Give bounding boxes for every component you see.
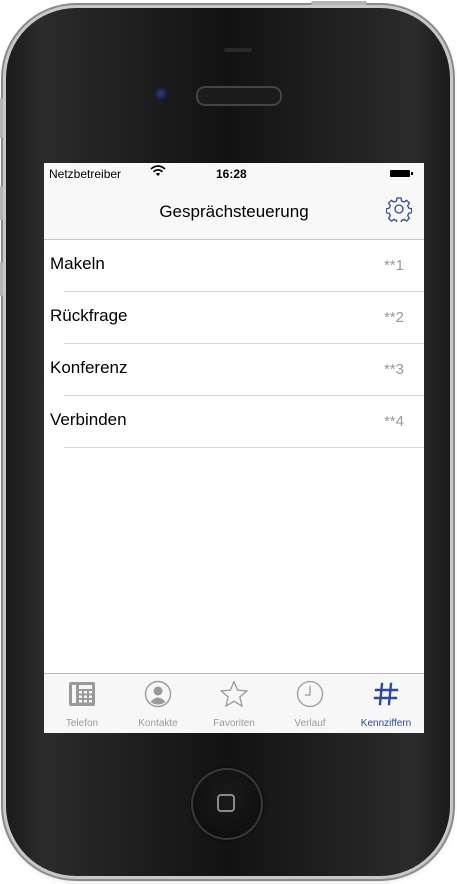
navigation-bar: Gesprächsteuerung	[44, 185, 424, 240]
list-item-label: Verbinden	[50, 410, 127, 429]
volume-up-button	[0, 186, 3, 220]
home-square-icon	[217, 794, 235, 812]
tab-favoriten[interactable]: Favoriten	[196, 674, 272, 733]
mute-switch	[0, 98, 3, 138]
clock-icon	[296, 680, 324, 708]
list-item-label: Rückfrage	[50, 306, 128, 325]
status-time: 16:28	[216, 167, 247, 181]
star-icon	[220, 680, 248, 708]
tab-label: Telefon	[65, 718, 99, 729]
power-button	[311, 1, 367, 5]
list-item-code: **2	[383, 309, 404, 326]
front-camera	[155, 88, 169, 102]
keypad-icon	[68, 680, 96, 708]
tab-label: Kennziffern	[360, 718, 412, 729]
list-item-code: **1	[383, 257, 404, 274]
tab-verlauf[interactable]: Verlauf	[272, 674, 348, 733]
earpiece-grille	[224, 48, 252, 52]
tab-bar: Telefon Kontakte Favoriten Verlauf Kennz…	[44, 673, 424, 733]
page-title: Gesprächsteuerung	[159, 202, 309, 221]
hash-icon	[372, 680, 400, 708]
list-item[interactable]: Konferenz **3	[50, 344, 424, 396]
tab-kennziffern[interactable]: Kennziffern	[348, 674, 424, 733]
list-item-label: Konferenz	[50, 358, 128, 377]
list-item[interactable]: Makeln **1	[50, 240, 424, 292]
list-item[interactable]: Verbinden **4	[50, 396, 424, 448]
carrier-label: Netzbetreiber	[49, 167, 122, 181]
tab-kontakte[interactable]: Kontakte	[120, 674, 196, 733]
tab-label: Kontakte	[138, 718, 178, 729]
tab-label: Verlauf	[294, 718, 326, 729]
contact-icon	[144, 680, 172, 708]
battery-full-icon	[390, 170, 413, 177]
list-item-label: Makeln	[50, 254, 105, 273]
list-item[interactable]: Rückfrage **2	[50, 292, 424, 344]
status-bar: Netzbetreiber 16:28	[44, 163, 424, 185]
speaker-slot	[196, 86, 282, 106]
home-button[interactable]	[191, 768, 263, 840]
list-item-code: **4	[383, 413, 404, 430]
wifi-icon	[150, 164, 166, 181]
list-item-code: **3	[383, 361, 404, 378]
tab-label: Favoriten	[213, 718, 255, 729]
code-list: Makeln **1 Rückfrage **2 Konferenz **3 V…	[44, 240, 424, 448]
gear-icon[interactable]	[385, 196, 413, 225]
screen: Netzbetreiber 16:28 Gesprächsteuerung Ma…	[44, 163, 424, 733]
volume-down-button	[0, 262, 3, 296]
tab-telefon[interactable]: Telefon	[44, 674, 120, 733]
